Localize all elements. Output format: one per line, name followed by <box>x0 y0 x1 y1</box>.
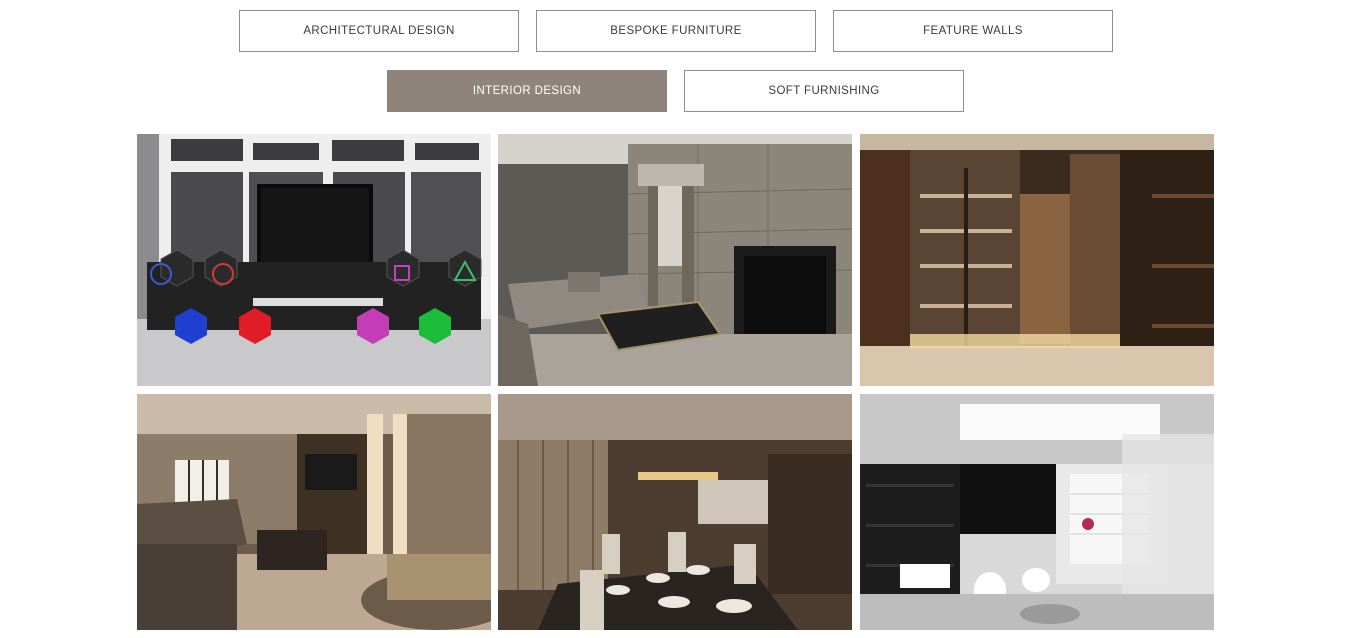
filter-feature-walls[interactable]: FEATURE WALLS <box>833 10 1113 52</box>
filter-bespoke-furniture[interactable]: BESPOKE FURNITURE <box>536 10 816 52</box>
dressing-room-image <box>860 134 1214 386</box>
gallery-item-bathroom[interactable] <box>860 394 1214 630</box>
gallery-item-dining-room[interactable] <box>498 394 852 630</box>
gallery-item-lounge[interactable] <box>137 394 491 630</box>
filter-interior-design[interactable]: INTERIOR DESIGN <box>387 70 667 112</box>
bathroom-image <box>860 394 1214 630</box>
lounge-image <box>137 394 491 630</box>
games-room-image <box>137 134 491 386</box>
gallery-item-living-room[interactable] <box>498 134 852 386</box>
gallery-item-games-room[interactable] <box>137 134 491 386</box>
filter-soft-furnishing[interactable]: SOFT FURNISHING <box>684 70 964 112</box>
living-room-image <box>498 134 852 386</box>
category-filters: ARCHITECTURAL DESIGN BESPOKE FURNITURE F… <box>0 0 1349 130</box>
filter-architectural-design[interactable]: ARCHITECTURAL DESIGN <box>239 10 519 52</box>
dining-room-image <box>498 394 852 630</box>
gallery-item-dressing-room[interactable] <box>860 134 1214 386</box>
